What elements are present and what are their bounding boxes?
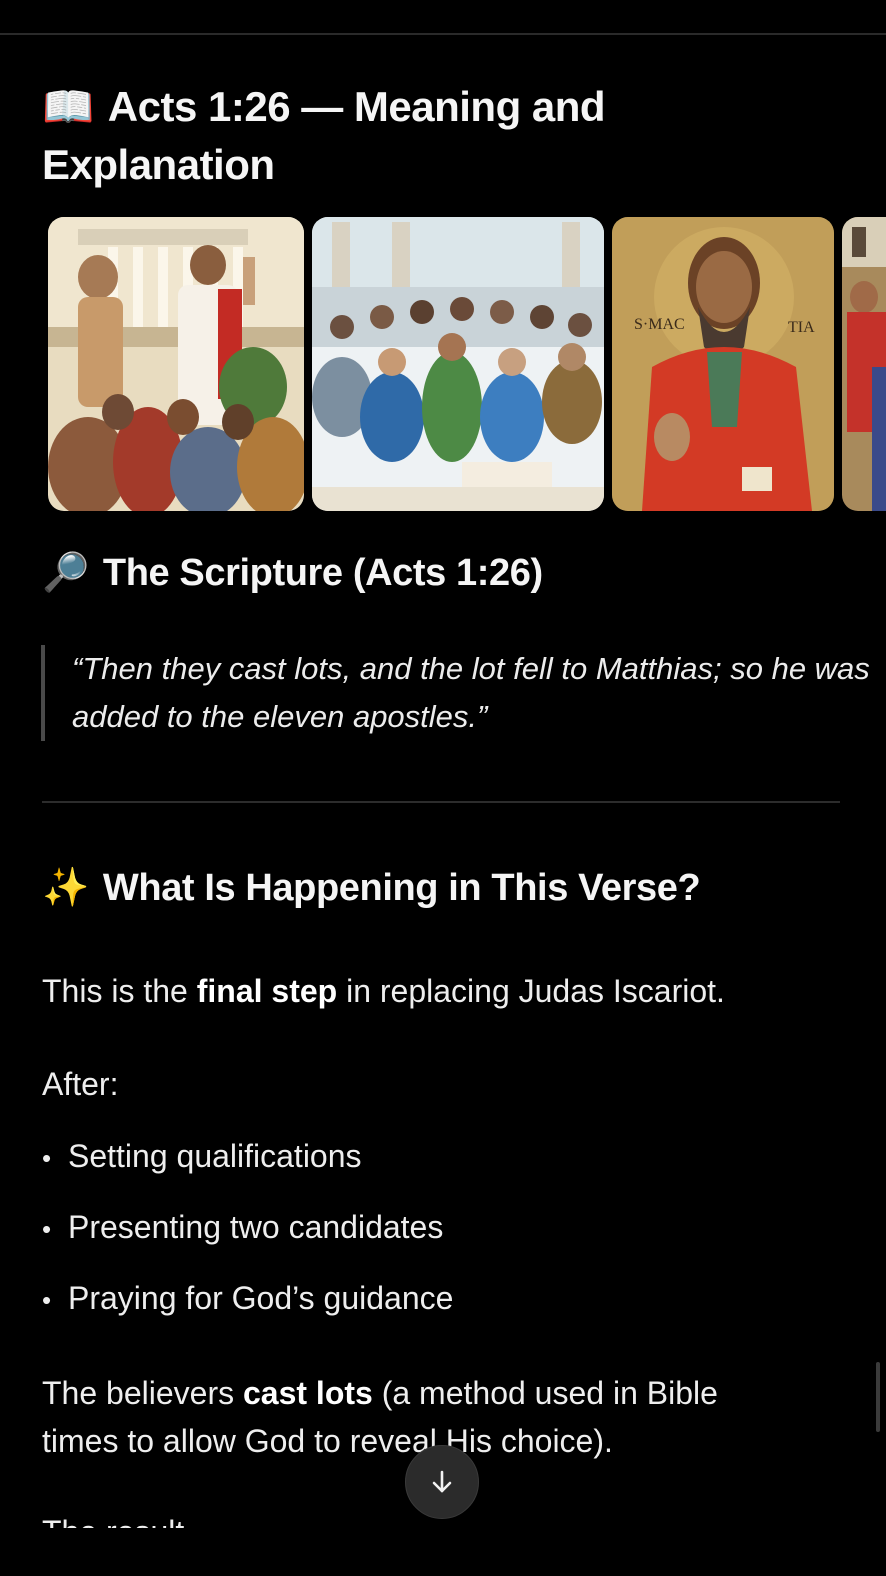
- scripture-section: 🔎 The Scripture (Acts 1:26): [42, 548, 543, 598]
- scripture-quote: “Then they cast lots, and the lot fell t…: [41, 645, 872, 741]
- article-header: 📖 Acts 1:26 — Meaning and Explanation: [42, 78, 842, 194]
- truncated-text: The result: [42, 1514, 184, 1528]
- list-item-text: Presenting two candidates: [68, 1209, 444, 1245]
- intro-paragraph: This is the final step in replacing Juda…: [42, 967, 725, 1015]
- list-item-text: Setting qualifications: [68, 1138, 362, 1174]
- scrollbar[interactable]: [876, 1362, 880, 1432]
- scripture-heading-text: The Scripture (Acts 1:26): [102, 552, 543, 594]
- top-divider: [0, 33, 886, 35]
- book-icon: 📖: [42, 83, 94, 130]
- page-title-text: Acts 1:26 — Meaning and Explanation: [42, 83, 606, 188]
- bullet-dot: •: [42, 1214, 52, 1244]
- magnifier-icon: 🔎: [42, 552, 89, 594]
- list-item: • Praying for God’s guidance: [42, 1274, 453, 1345]
- steps-list: • Setting qualifications • Presenting two …: [42, 1132, 453, 1345]
- page-title: 📖 Acts 1:26 — Meaning and Explanation: [42, 78, 842, 194]
- bullet-dot: •: [42, 1143, 52, 1173]
- gallery-image-1[interactable]: [48, 217, 304, 511]
- happening-heading-text: What Is Happening in This Verse?: [102, 867, 701, 909]
- intro-text-start: This is the: [42, 973, 197, 1009]
- list-item-text: Praying for God’s guidance: [68, 1280, 454, 1316]
- truncated-paragraph: The result: [42, 1508, 442, 1528]
- happening-section: ✨ What Is Happening in This Verse?: [42, 863, 701, 913]
- scripture-heading: 🔎 The Scripture (Acts 1:26): [42, 548, 543, 598]
- image-gallery[interactable]: S·MAC TIA: [48, 217, 886, 511]
- gallery-image-2[interactable]: [312, 217, 604, 511]
- lots-text-start: The believers: [42, 1375, 243, 1411]
- intro-bold-text: final step: [196, 973, 338, 1009]
- svg-text:S·MAC: S·MAC: [634, 316, 685, 333]
- sparkles-icon: ✨: [42, 867, 89, 909]
- gallery-image-4[interactable]: [842, 217, 886, 511]
- section-divider: [42, 801, 840, 803]
- gallery-image-3[interactable]: S·MAC TIA: [612, 217, 834, 511]
- lots-bold-text: cast lots: [242, 1375, 373, 1411]
- svg-text:TIA: TIA: [788, 319, 815, 336]
- scroll-to-bottom-button[interactable]: [405, 1445, 479, 1519]
- bullet-dot: •: [42, 1285, 52, 1315]
- list-item: • Setting qualifications: [42, 1132, 453, 1203]
- happening-heading: ✨ What Is Happening in This Verse?: [42, 863, 701, 913]
- intro-text-end: in replacing Judas Iscariot.: [337, 973, 725, 1009]
- list-item: • Presenting two candidates: [42, 1203, 453, 1274]
- after-label: After:: [42, 1066, 119, 1102]
- arrow-down-icon: [432, 1470, 452, 1493]
